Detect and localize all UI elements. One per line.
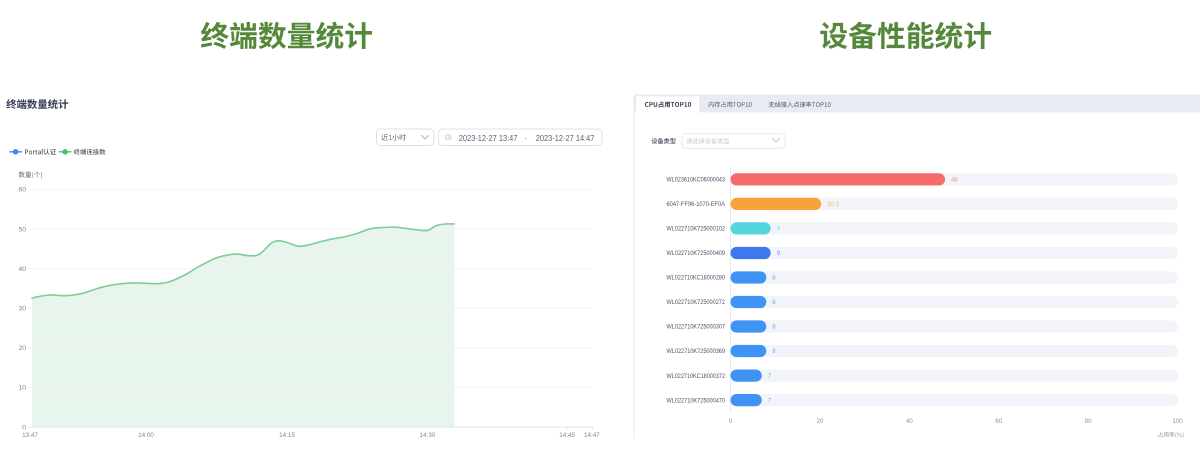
svg-text:10: 10 bbox=[18, 385, 26, 392]
svg-text:14:15: 14:15 bbox=[279, 432, 295, 439]
svg-text:WL022710KC18000372: WL022710KC18000372 bbox=[667, 373, 726, 380]
svg-text:40: 40 bbox=[906, 418, 913, 425]
svg-text:WL022710K725000369: WL022710K725000369 bbox=[667, 348, 726, 355]
svg-text:60: 60 bbox=[18, 187, 26, 194]
svg-text:WL022710K725000470: WL022710K725000470 bbox=[667, 397, 726, 404]
svg-text:0: 0 bbox=[22, 424, 26, 431]
svg-text:0: 0 bbox=[729, 418, 733, 425]
svg-text:14:45: 14:45 bbox=[559, 432, 575, 439]
svg-text:50: 50 bbox=[18, 226, 26, 233]
svg-text:WL022710KC18000280: WL022710KC18000280 bbox=[667, 275, 726, 282]
svg-text:14:30: 14:30 bbox=[420, 432, 436, 439]
svg-text:WL022710K725000272: WL022710K725000272 bbox=[667, 299, 726, 306]
svg-text:14:00: 14:00 bbox=[138, 432, 154, 439]
svg-text:20.3: 20.3 bbox=[827, 202, 839, 208]
svg-text:20: 20 bbox=[18, 345, 26, 352]
svg-text:-: - bbox=[525, 134, 528, 143]
svg-text:WL022710K725000102: WL022710K725000102 bbox=[667, 226, 726, 233]
svg-text:30: 30 bbox=[18, 306, 26, 313]
svg-text:WL023610KC06000043: WL023610KC06000043 bbox=[667, 177, 726, 184]
svg-text:14:47: 14:47 bbox=[584, 432, 600, 439]
svg-text:40: 40 bbox=[18, 266, 26, 273]
svg-text:60: 60 bbox=[995, 418, 1002, 425]
svg-text:20: 20 bbox=[816, 418, 823, 425]
svg-text:13:47: 13:47 bbox=[22, 432, 38, 439]
svg-text:2023-12-27 14:47: 2023-12-27 14:47 bbox=[536, 134, 595, 143]
svg-text:WL022710K725000409: WL022710K725000409 bbox=[667, 250, 726, 257]
svg-text:2023-12-27 13:47: 2023-12-27 13:47 bbox=[459, 134, 518, 143]
svg-text:100: 100 bbox=[1172, 418, 1183, 425]
svg-text:WL022710K725000307: WL022710K725000307 bbox=[667, 324, 726, 331]
svg-text:6047-FF96-1070-EF0A: 6047-FF96-1070-EF0A bbox=[667, 201, 726, 208]
svg-text:80: 80 bbox=[1085, 418, 1092, 425]
svg-text:48: 48 bbox=[951, 178, 958, 184]
